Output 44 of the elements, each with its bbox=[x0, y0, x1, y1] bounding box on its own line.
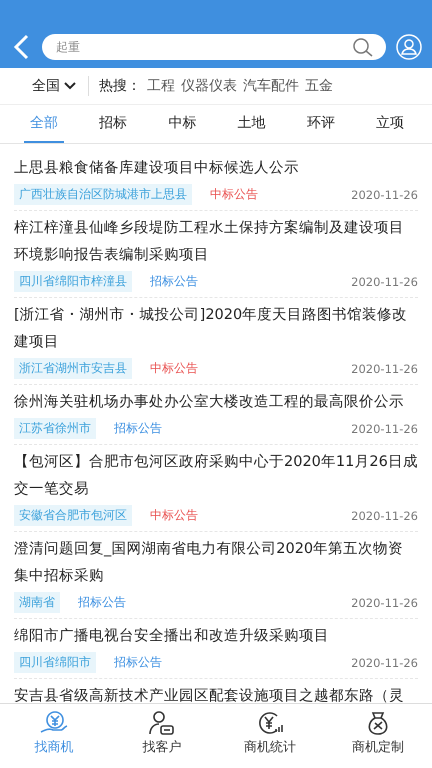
notice-date: 2020-11-26 bbox=[351, 596, 418, 610]
notice-date: 2020-11-26 bbox=[351, 274, 418, 288]
notice-type: 中标公告 bbox=[150, 360, 198, 377]
region-tag: 广西壮族自治区防城港市上思县 bbox=[14, 184, 192, 205]
region-tag: 安徽省合肥市包河区 bbox=[14, 505, 132, 526]
notice-title[interactable]: [浙江省・湖州市・城投公司]2020年度天目路图书馆装修改建项目 bbox=[14, 302, 418, 356]
search-field[interactable]: 起重 bbox=[42, 34, 386, 60]
region-tag: 四川省绵阳市梓潼县 bbox=[14, 271, 132, 292]
hot-search-term[interactable]: 工程 bbox=[147, 77, 175, 95]
category-tab[interactable]: 中标 bbox=[162, 105, 202, 143]
notice-title[interactable]: 澄清问题回复_国网湖南省电力有限公司2020年第五次物资集中招标采购 bbox=[14, 536, 418, 590]
hot-search-term[interactable]: 仪器仪表 bbox=[181, 77, 237, 95]
person-icon bbox=[147, 710, 177, 736]
region-tag: 江苏省徐州市 bbox=[14, 418, 96, 439]
region-tag: 浙江省湖州市安吉县 bbox=[14, 358, 132, 379]
chevron-down-icon bbox=[64, 82, 76, 90]
category-tab[interactable]: 招标 bbox=[93, 105, 134, 143]
notice-date: 2020-11-26 bbox=[351, 508, 418, 522]
notice-date: 2020-11-26 bbox=[351, 188, 418, 202]
notice-type: 招标公告 bbox=[78, 594, 126, 611]
region-tag: 湖南省 bbox=[14, 592, 60, 613]
category-tab[interactable]: 立项 bbox=[370, 105, 410, 143]
search-icon[interactable] bbox=[352, 37, 374, 57]
category-tab[interactable]: 土地 bbox=[232, 105, 272, 143]
notice-title[interactable]: 梓江梓潼县仙峰乡段堤防工程水土保持方案编制及建设项目环境影响报告表编制采购项目 bbox=[14, 215, 418, 269]
notice-date: 2020-11-26 bbox=[351, 656, 418, 670]
category-tab[interactable]: 环评 bbox=[300, 105, 341, 143]
notice-type: 招标公告 bbox=[150, 273, 198, 290]
region-tag: 四川省绵阳市 bbox=[14, 652, 96, 673]
notice-title[interactable]: 上思县粮食储备库建设项目中标候选人公示 bbox=[14, 155, 418, 182]
hot-search-term[interactable]: 五金 bbox=[305, 77, 333, 95]
notice-date: 2020-11-26 bbox=[351, 422, 418, 436]
hot-search-term[interactable]: 汽车配件 bbox=[243, 77, 299, 95]
notice-title[interactable]: 绵阳市广播电视台安全播出和改造升级采购项目 bbox=[14, 623, 418, 650]
region-dropdown[interactable]: 全国 bbox=[26, 76, 89, 96]
notice-date: 2020-11-26 bbox=[351, 362, 418, 376]
user-icon[interactable] bbox=[396, 34, 422, 60]
notice-type: 中标公告 bbox=[150, 507, 198, 524]
notice-type: 招标公告 bbox=[114, 654, 162, 671]
hot-search-label: 热搜： bbox=[99, 77, 141, 95]
notice-type: 招标公告 bbox=[114, 420, 162, 437]
notice-type: 中标公告 bbox=[210, 186, 258, 203]
notice-title[interactable]: 【包河区】合肥市包河区政府采购中心于2020年11月26日成交一笔交易 bbox=[14, 449, 418, 503]
notice-title[interactable]: 徐州海关驻机场办事处办公室大楼改造工程的最高限价公示 bbox=[14, 389, 418, 416]
